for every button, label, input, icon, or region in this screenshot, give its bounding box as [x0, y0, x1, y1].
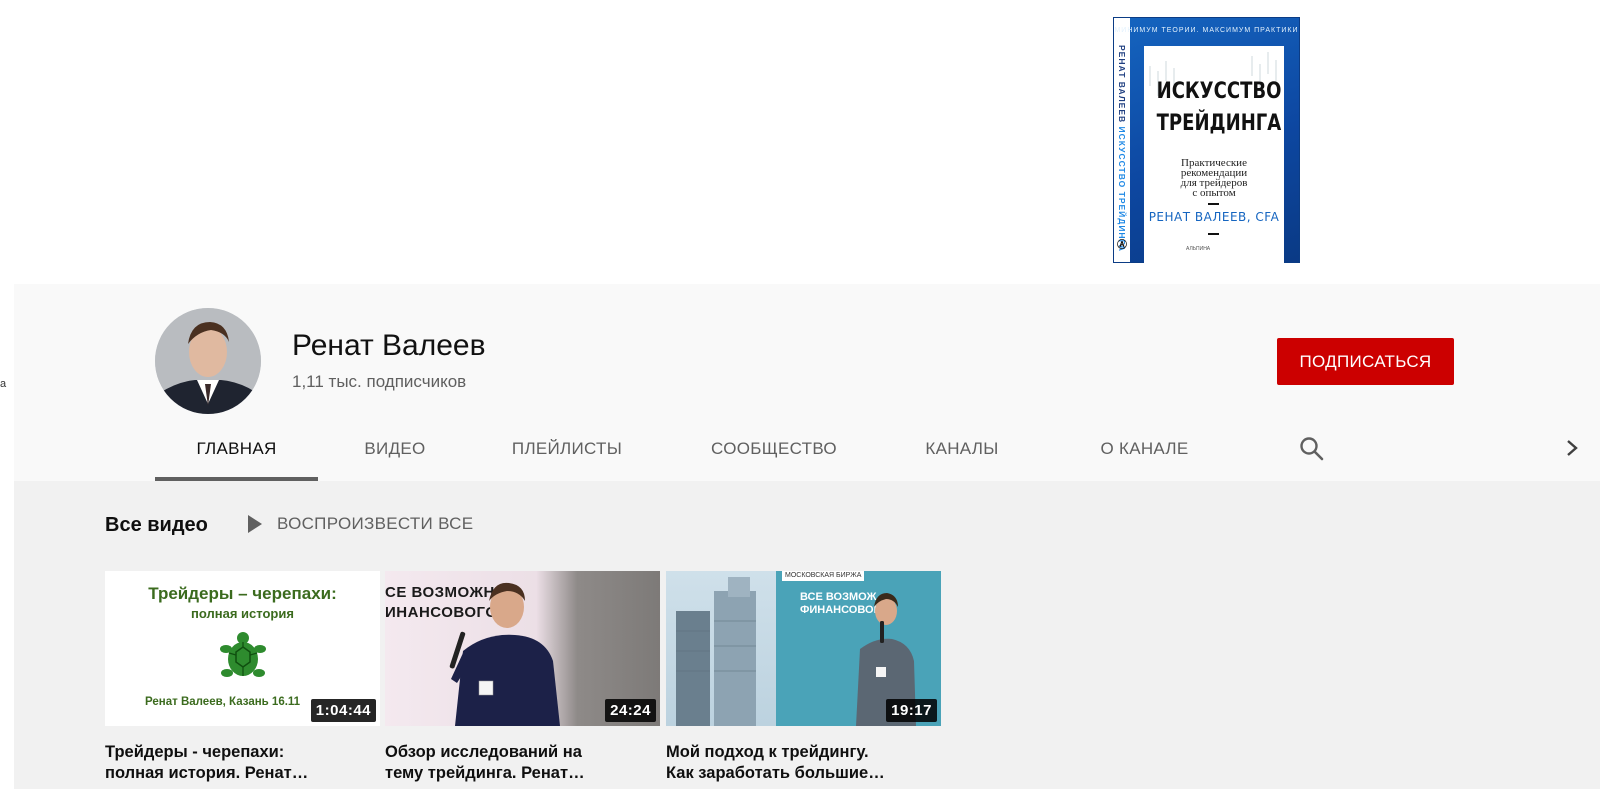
channel-banner — [14, 0, 1600, 284]
video-card[interactable]: МОСКОВСКАЯ БИРЖА ВСЕ ВОЗМОЖ ФИНАНСОВОГО … — [666, 571, 941, 784]
youtube-channel-page: а РЕНАТ ВАЛЕЕВ ИСКУССТВО ТРЕЙДИНГА Ⓐ ИСК… — [0, 0, 1600, 789]
thumbnail-subtitle: полная история — [191, 606, 294, 621]
book-spine: РЕНАТ ВАЛЕЕВ ИСКУССТВО ТРЕЙДИНГА Ⓐ — [1114, 18, 1130, 262]
left-edge-text: а — [0, 378, 7, 390]
video-title[interactable]: Трейдеры - черепахи: полная история. Рен… — [105, 742, 365, 784]
video-duration: 19:17 — [886, 699, 937, 722]
video-duration: 24:24 — [605, 699, 656, 722]
book-divider — [1208, 233, 1219, 235]
play-all-button[interactable]: ВОСПРОИЗВЕСТИ ВСЕ — [247, 506, 473, 542]
video-thumbnail[interactable]: СЕ ВОЗМОЖН ИНАНСОВОГО 24:24 — [385, 571, 660, 726]
book-top-text: МИНИМУМ ТЕОРИИ. МАКСИМУМ ПРАКТИКИ — [1114, 27, 1299, 34]
book-author: РЕНАТ ВАЛЕЕВ, CFA — [1148, 210, 1280, 224]
play-all-label: ВОСПРОИЗВЕСТИ ВСЕ — [277, 514, 474, 533]
video-card[interactable]: СЕ ВОЗМОЖН ИНАНСОВОГО 24:24 Обзор исслед… — [385, 571, 660, 784]
shelf-title: Все видео — [105, 514, 208, 536]
chevron-right-icon[interactable] — [1565, 438, 1579, 458]
play-icon — [248, 515, 262, 533]
tab-about[interactable]: О КАНАЛЕ — [1081, 416, 1208, 481]
video-title[interactable]: Обзор исследований на тему трейдинга. Ре… — [385, 742, 645, 784]
video-card[interactable]: Трейдеры – черепахи: полная история Рена… — [105, 571, 380, 784]
video-thumbnail[interactable]: МОСКОВСКАЯ БИРЖА ВСЕ ВОЗМОЖ ФИНАНСОВОГО … — [666, 571, 941, 726]
book-cover-page: ИСКУССТВО ТРЕЙДИНГА Практические рекомен… — [1144, 46, 1284, 263]
book-publisher: АЛЬПИНА — [1186, 246, 1211, 252]
turtle-icon — [220, 632, 266, 677]
video-title[interactable]: Мой подход к трейдингу. Как заработать б… — [666, 742, 926, 784]
book-title: ИСКУССТВО ТРЕЙДИНГА — [1156, 79, 1282, 136]
channel-name: Ренат Валеев — [292, 329, 486, 362]
channel-avatar[interactable] — [155, 308, 261, 414]
subscribe-button[interactable]: ПОДПИСАТЬСЯ — [1277, 338, 1454, 385]
publisher-logo-icon: Ⓐ — [1117, 240, 1127, 251]
tab-channels[interactable]: КАНАЛЫ — [916, 416, 1008, 481]
video-thumbnail[interactable]: Трейдеры – черепахи: полная история Рена… — [105, 571, 380, 726]
search-icon[interactable] — [1299, 436, 1325, 462]
channel-tabs: ГЛАВНАЯ ВИДЕО ПЛЕЙЛИСТЫ СООБЩЕСТВО КАНАЛ… — [155, 416, 1578, 481]
channel-header: Ренат Валеев 1,11 тыс. подписчиков ПОДПИ… — [14, 284, 1600, 481]
book-cover-image: РЕНАТ ВАЛЕЕВ ИСКУССТВО ТРЕЙДИНГА Ⓐ ИСКУС… — [1114, 18, 1299, 263]
thumbnail-author: Ренат Валеев, Казань 16.11 — [145, 696, 301, 708]
channel-content: Все видео ВОСПРОИЗВЕСТИ ВСЕ Трейдеры – ч… — [14, 481, 1600, 789]
thumbnail-title: Трейдеры – черепахи: — [148, 584, 337, 603]
video-duration: 1:04:44 — [310, 699, 376, 722]
person-portrait-icon — [155, 308, 261, 414]
book-spine-label: РЕНАТ ВАЛЕЕВ ИСКУССТВО ТРЕЙДИНГА — [1117, 45, 1127, 252]
book-divider — [1208, 203, 1219, 205]
tab-playlists[interactable]: ПЛЕЙЛИСТЫ — [502, 416, 632, 481]
book-subtitle: Практические рекомендации для трейдеров … — [1180, 157, 1248, 199]
subscriber-count: 1,11 тыс. подписчиков — [292, 372, 467, 391]
tab-community[interactable]: СООБЩЕСТВО — [700, 416, 848, 481]
tab-home[interactable]: ГЛАВНАЯ — [155, 416, 318, 481]
tab-videos[interactable]: ВИДЕО — [353, 416, 437, 481]
